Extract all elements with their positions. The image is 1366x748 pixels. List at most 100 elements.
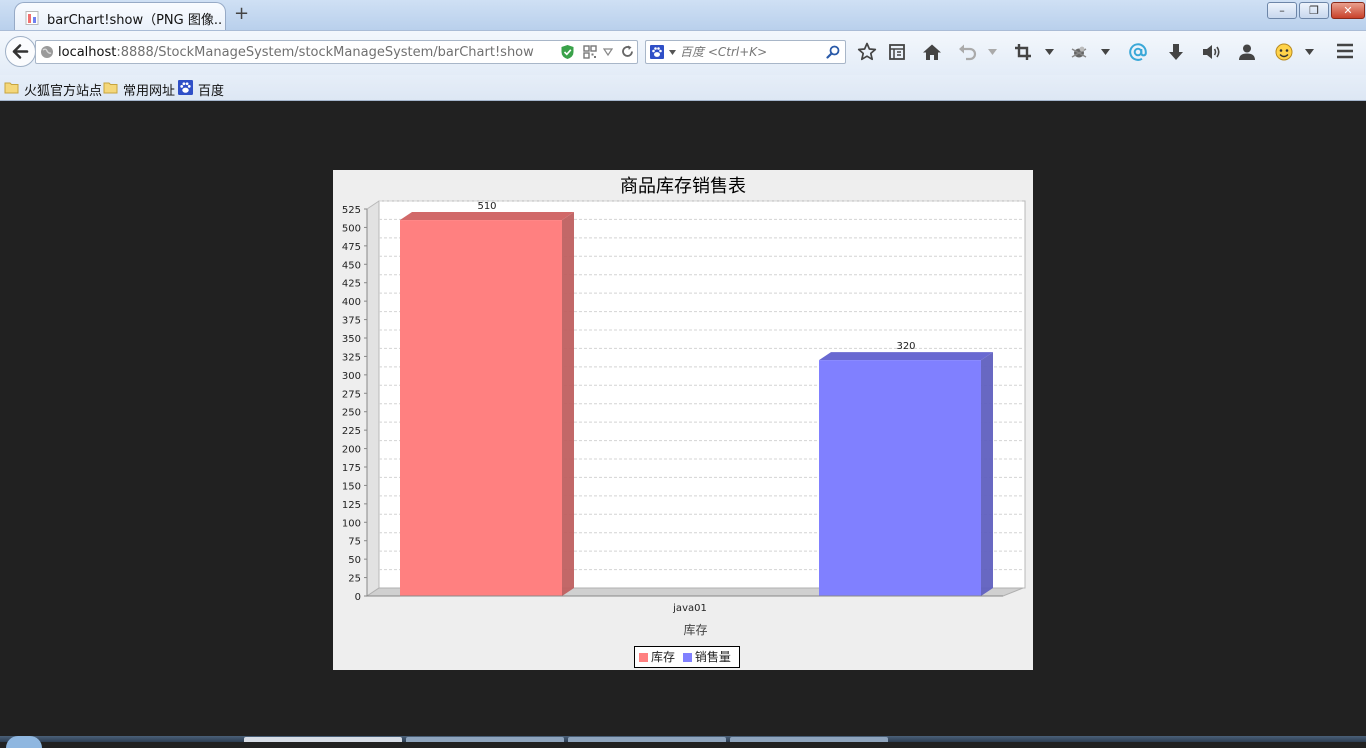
at-icon[interactable] <box>1127 41 1149 63</box>
taskbar-button[interactable] <box>730 737 888 742</box>
chevron-down-icon[interactable] <box>1305 49 1314 55</box>
navigation-toolbar: localhost:8888/StockManageSystem/stockMa… <box>0 30 1366 75</box>
bookmark-label: 百度 <box>198 84 225 99</box>
bookmark-star-icon[interactable] <box>856 41 878 63</box>
folder-icon <box>4 82 19 94</box>
address-bar[interactable]: localhost:8888/StockManageSystem/stockMa… <box>35 40 638 64</box>
crop-icon[interactable] <box>1012 41 1034 63</box>
x-tick-label: java01 <box>672 603 707 614</box>
y-tick-label: 50 <box>348 555 361 566</box>
data-label-sales: 320 <box>896 341 915 352</box>
bookmark-common-sites[interactable]: 常用网址 <box>103 79 176 99</box>
y-tick-label: 475 <box>342 242 361 253</box>
url-host: localhost <box>58 45 117 60</box>
bookmarks-bar: 火狐官方站点 常用网址 百度 <box>0 75 1366 101</box>
x-axis: java01 <box>367 595 1003 614</box>
maximize-icon: ❐ <box>1309 4 1319 17</box>
bar-side-sales <box>981 352 993 596</box>
legend-swatch-stock <box>639 653 648 662</box>
y-axis: 0 25 50 75 100 125 150 175 200 225 250 275 300 325 350… <box>342 205 368 603</box>
chevron-down-icon[interactable] <box>988 49 997 55</box>
reading-list-icon[interactable] <box>886 41 908 63</box>
y-tick-label: 0 <box>355 592 361 603</box>
bookmark-label: 火狐官方站点 <box>24 84 103 99</box>
y-tick-label: 175 <box>342 463 361 474</box>
legend-label-sales: 销售量 <box>694 650 731 664</box>
search-bar <box>645 40 846 64</box>
qr-code-icon[interactable] <box>583 45 597 59</box>
menu-icon[interactable] <box>1335 42 1355 60</box>
bar-chart: 0 25 50 75 100 125 150 175 200 225 250 275 300 325 350… <box>342 200 1026 614</box>
globe-icon <box>41 46 53 58</box>
y-tick-label: 500 <box>342 223 361 234</box>
png-file-icon <box>25 11 39 25</box>
chevron-down-icon[interactable] <box>669 50 676 55</box>
minimize-icon: – <box>1279 4 1285 17</box>
bookmark-label: 常用网址 <box>123 84 176 99</box>
y-tick-label: 300 <box>342 371 361 382</box>
y-tick-label: 75 <box>348 537 361 548</box>
minimize-button[interactable]: – <box>1267 2 1297 19</box>
start-button[interactable] <box>6 736 42 748</box>
undo-icon[interactable] <box>956 41 978 63</box>
bar-top-stock <box>400 212 574 221</box>
baidu-paw-icon[interactable] <box>650 45 664 59</box>
bug-icon[interactable] <box>1068 41 1090 63</box>
shield-icon[interactable] <box>560 44 575 60</box>
legend-swatch-sales <box>682 653 692 662</box>
title-bar: barChart!show（PNG 图像... + – ❐ ✕ <box>0 0 1366 30</box>
y-tick-label: 275 <box>342 389 361 400</box>
url-text[interactable]: localhost:8888/StockManageSystem/stockMa… <box>58 45 534 60</box>
volume-icon[interactable] <box>1200 41 1222 63</box>
y-tick-label: 525 <box>342 205 361 216</box>
baidu-paw-icon <box>178 80 193 95</box>
reload-icon[interactable] <box>620 44 635 59</box>
search-icon[interactable] <box>826 45 840 59</box>
tab-title: barChart!show（PNG 图像... <box>47 13 222 28</box>
y-tick-label: 400 <box>342 297 361 308</box>
y-tick-label: 25 <box>348 574 361 585</box>
new-tab-button[interactable]: + <box>234 5 249 23</box>
y-tick-label: 425 <box>342 279 361 290</box>
x-axis-label: 库存 <box>683 623 708 637</box>
bar-top-sales <box>819 352 993 361</box>
bookmark-baidu[interactable]: 百度 <box>178 79 228 99</box>
bookmark-firefox-official[interactable]: 火狐官方站点 <box>4 79 103 99</box>
back-button[interactable] <box>5 36 36 67</box>
user-icon[interactable] <box>1236 41 1258 63</box>
taskbar-button[interactable] <box>568 737 726 742</box>
y-tick-label: 150 <box>342 481 361 492</box>
y-tick-label: 125 <box>342 500 361 511</box>
maximize-button[interactable]: ❐ <box>1299 2 1329 19</box>
url-path: :8888/StockManageSystem/stockManageSyste… <box>116 45 534 60</box>
chevron-down-icon[interactable] <box>1045 49 1054 55</box>
y-tick-label: 250 <box>342 408 361 419</box>
browser-tab[interactable]: barChart!show（PNG 图像... <box>14 2 226 30</box>
bar-side-stock <box>562 212 574 597</box>
bar-sales <box>819 360 981 596</box>
chevron-down-icon[interactable] <box>1101 49 1110 55</box>
bar-stock <box>400 220 562 597</box>
legend-label-stock: 库存 <box>651 650 676 664</box>
emoji-icon[interactable] <box>1273 41 1295 63</box>
legend-item-stock: 库存 <box>639 647 675 667</box>
folder-icon <box>103 82 118 94</box>
chevron-down-icon[interactable] <box>603 47 613 57</box>
y-tick-label: 100 <box>342 518 361 529</box>
legend-item-sales: 销售量 <box>682 647 731 667</box>
download-icon[interactable] <box>1165 41 1187 63</box>
y-tick-label: 375 <box>342 316 361 327</box>
taskbar-button[interactable] <box>406 737 564 742</box>
close-window-button[interactable]: ✕ <box>1331 2 1365 19</box>
data-label-stock: 510 <box>477 201 496 212</box>
search-input[interactable] <box>680 43 818 61</box>
chart-image[interactable]: 商品库存销售表 0 25 50 75 100 125 150 175 200 225 250 275 3… <box>333 170 1033 670</box>
y-tick-label: 325 <box>342 352 361 363</box>
taskbar-button[interactable] <box>244 737 402 742</box>
y-tick-label: 350 <box>342 334 361 345</box>
plot-side-wall <box>366 200 380 597</box>
image-viewer: 商品库存销售表 0 25 50 75 100 125 150 175 200 225 250 275 3… <box>0 101 1366 742</box>
chart-legend: 库存 销售量 <box>634 646 740 668</box>
close-icon: ✕ <box>1343 4 1353 17</box>
home-icon[interactable] <box>921 41 943 63</box>
